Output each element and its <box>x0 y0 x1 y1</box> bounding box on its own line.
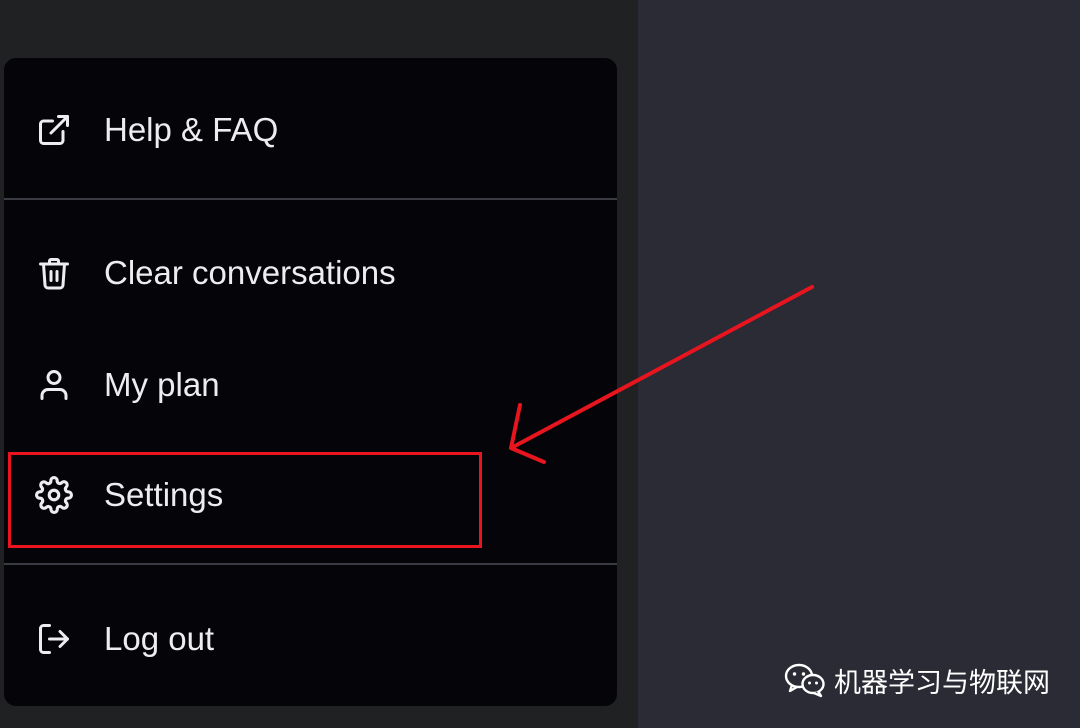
external-link-icon <box>34 110 74 150</box>
menu-item-clear-conversations[interactable]: Clear conversations <box>4 233 617 313</box>
menu-divider <box>4 198 617 200</box>
menu-item-log-out[interactable]: Log out <box>4 599 617 679</box>
menu-item-help-faq[interactable]: Help & FAQ <box>4 90 617 170</box>
menu-divider <box>4 563 617 565</box>
trash-icon <box>34 253 74 293</box>
menu-item-label: Log out <box>104 620 215 657</box>
menu-item-my-plan[interactable]: My plan <box>4 345 617 425</box>
watermark-text: 机器学习与物联网 <box>834 667 1050 698</box>
settings-highlight-box <box>8 452 482 548</box>
logout-icon <box>34 619 74 659</box>
menu-item-label: My plan <box>104 366 220 403</box>
wechat-icon <box>784 663 825 698</box>
menu-item-label: Help & FAQ <box>104 111 279 148</box>
menu-item-label: Clear conversations <box>104 254 396 291</box>
main-content-background <box>638 0 1080 728</box>
user-icon <box>34 365 74 405</box>
account-menu: Help & FAQ Clear conversations My plan S… <box>4 58 617 706</box>
watermark: 机器学习与物联网 <box>784 658 1050 702</box>
